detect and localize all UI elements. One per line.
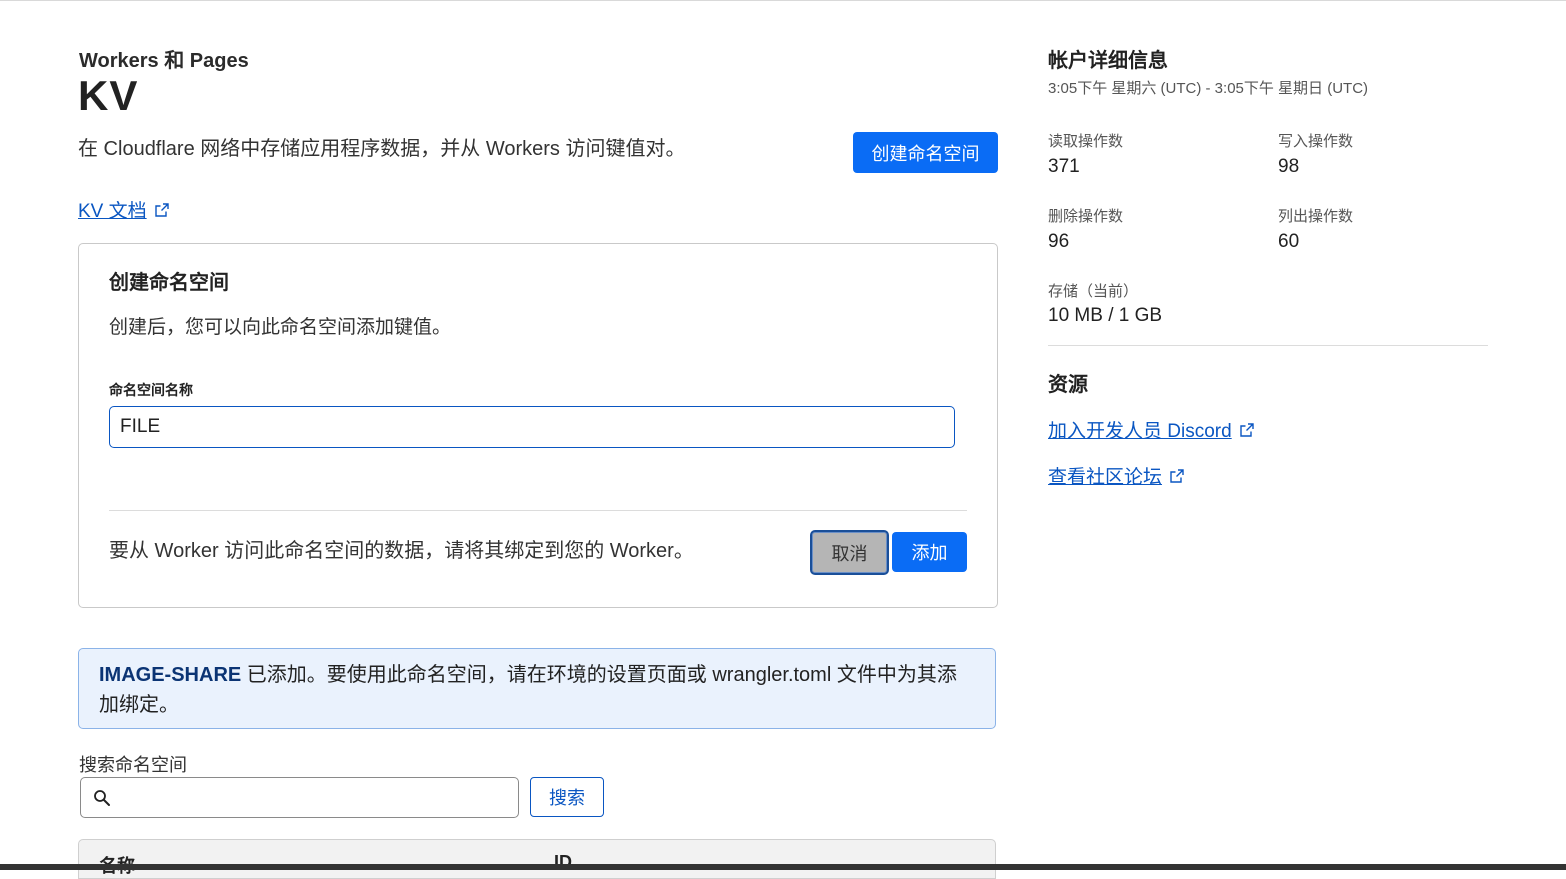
delete-ops-value: 96 — [1048, 231, 1070, 252]
card-title: 创建命名空间 — [109, 272, 229, 294]
create-namespace-button[interactable]: 创建命名空间 — [853, 132, 998, 173]
discord-link-label: 加入开发人员 Discord — [1048, 421, 1232, 442]
page-title: KV — [78, 72, 139, 119]
breadcrumb[interactable]: Workers 和 Pages — [79, 44, 249, 73]
success-notice: IMAGE-SHARE 已添加。要使用此命名空间，请在环境的设置页面或 wran… — [78, 648, 996, 729]
external-link-icon — [154, 202, 169, 217]
discord-link[interactable]: 加入开发人员 Discord — [1048, 416, 1254, 443]
time-range: 3:05下午 星期六 (UTC) - 3:05下午 星期日 (UTC) — [1048, 80, 1369, 97]
cancel-button[interactable]: 取消 — [810, 530, 889, 575]
namespace-table-header: 名称 ID — [78, 839, 996, 879]
storage-value: 10 MB / 1 GB — [1048, 305, 1163, 326]
namespace-name-input[interactable] — [109, 406, 955, 448]
sidebar-divider — [1048, 345, 1488, 346]
write-ops-value: 98 — [1278, 156, 1300, 177]
community-forum-link[interactable]: 查看社区论坛 — [1048, 462, 1184, 489]
top-border — [0, 0, 1566, 1]
card-divider — [109, 510, 967, 511]
kv-docs-link-label: KV 文档 — [78, 201, 147, 222]
resources-title: 资源 — [1048, 374, 1088, 396]
search-button[interactable]: 搜索 — [530, 777, 604, 817]
binding-hint-text: 要从 Worker 访问此命名空间的数据，请将其绑定到您的 Worker。 — [109, 540, 694, 562]
community-forum-link-label: 查看社区论坛 — [1048, 467, 1163, 488]
page-description: 在 Cloudflare 网络中存储应用程序数据，并从 Workers 访问键值… — [78, 138, 686, 160]
write-ops-label: 写入操作数 — [1278, 133, 1354, 150]
list-ops-label: 列出操作数 — [1278, 208, 1354, 225]
search-label: 搜索命名空间 — [79, 755, 187, 775]
search-icon — [93, 789, 111, 807]
bottom-edge-bar — [0, 864, 1566, 870]
search-input[interactable] — [119, 782, 513, 815]
search-field[interactable] — [80, 777, 519, 818]
create-namespace-card: 创建命名空间 创建后，您可以向此命名空间添加键值。 命名空间名称 要从 Work… — [78, 243, 998, 608]
read-ops-label: 读取操作数 — [1048, 133, 1124, 150]
notice-namespace-name: IMAGE-SHARE — [99, 664, 242, 686]
read-ops-value: 371 — [1048, 156, 1080, 177]
storage-label: 存储（当前） — [1048, 283, 1139, 300]
delete-ops-label: 删除操作数 — [1048, 208, 1124, 225]
add-button[interactable]: 添加 — [892, 532, 967, 572]
external-link-icon — [1170, 468, 1184, 483]
external-link-icon — [1239, 422, 1254, 437]
kv-docs-link[interactable]: KV 文档 — [78, 196, 169, 223]
namespace-name-label: 命名空间名称 — [109, 382, 193, 398]
account-details-title: 帐户详细信息 — [1048, 50, 1168, 72]
list-ops-value: 60 — [1278, 231, 1300, 252]
card-description: 创建后，您可以向此命名空间添加键值。 — [109, 317, 452, 338]
